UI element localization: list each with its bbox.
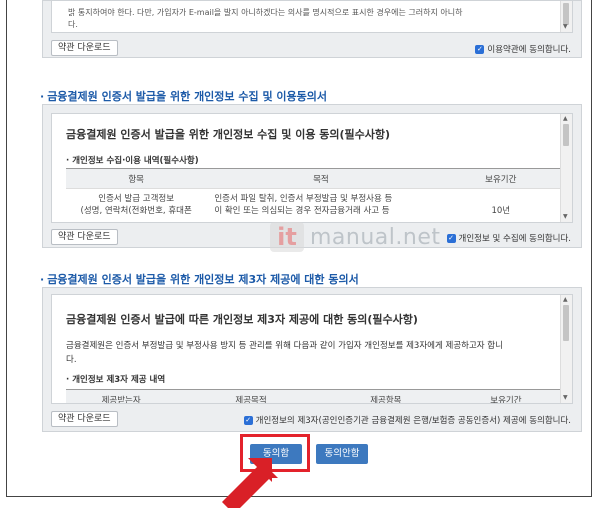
section1-download-button[interactable]: 약관 다운로드 (51, 229, 118, 245)
scroll-thumb[interactable] (563, 3, 569, 25)
scroll-thumb[interactable] (563, 305, 569, 341)
terms-agree-checkbox[interactable]: ✓ 이용약관에 동의합니다. (475, 43, 571, 55)
col-header-purpose: 제공목적 (176, 389, 326, 403)
section2-agree-checkbox[interactable]: ✓ 개인정보의 제3자(공인인증기관 금융결제원 은행/보험증 공동인증서) 제… (243, 414, 571, 426)
section2-inner-title: 금융결제원 인증서 발급에 따른 개인정보 제3자 제공에 대한 동의(필수사항… (66, 313, 418, 326)
red-arrow-icon (222, 458, 278, 508)
row-period: 10년 (491, 206, 511, 216)
checkbox-checked-icon[interactable]: ✓ (243, 415, 253, 425)
row-purpose-line1: 인증서 파일 탈취, 인증서 부정발급 및 부정사용 등 (214, 194, 393, 204)
terms-agree-label: 이용약관에 동의합니다. (487, 45, 571, 55)
scroll-down-icon[interactable]: ▼ (563, 213, 568, 221)
col-header-period: 보유기간 (445, 389, 566, 403)
section1-agree-checkbox[interactable]: ✓ 개인정보 및 수집에 동의합니다. (446, 232, 571, 244)
bullet-icon: · (40, 273, 45, 286)
bullet-icon: · (40, 90, 45, 103)
section2-scrollbar[interactable]: ▲ ▼ (560, 295, 572, 403)
section2-sub-title: · 개인정보 제3자 제공 내역 (66, 375, 166, 385)
scroll-up-icon[interactable]: ▲ (563, 296, 568, 304)
section1-sub-title: · 개인정보 수집·이용 내역(필수사항) (66, 156, 199, 166)
col-header-purpose: 목적 (206, 168, 436, 189)
section2-scrollpanel[interactable]: 금융결제원 인증서 발급에 따른 개인정보 제3자 제공에 대한 동의(필수사항… (51, 294, 573, 404)
col-header-items: 제공항목 (325, 389, 446, 403)
section2-description: 금융결제원은 인증서 부정발급 및 부정사용 방지 등 관리를 위해 다음과 같… (66, 341, 503, 351)
section2-table: 제공받는자 제공목적 제공항목 보유기간 (66, 389, 566, 403)
watermark-logo: it (270, 222, 304, 252)
terms-box: 밝 통지하여야 한다. 다만, 가입자가 E-mail을 발지 아니하겠다는 의… (42, 0, 582, 58)
section2-title: · 금융결제원 인증서 발급을 위한 개인정보 제3자 제공에 대한 동의서 (40, 273, 359, 286)
section1-table: 항목 목적 보유기간 인증서 발급 고객정보 (성명, 연락처(전화번호, 휴대… (66, 168, 566, 218)
row-item-line1: 인증서 발급 고객정보 (98, 194, 175, 204)
terms-scrollpanel[interactable]: 밝 통지하여야 한다. 다만, 가입자가 E-mail을 발지 아니하겠다는 의… (51, 1, 573, 33)
terms-scrollbar[interactable]: ▼ (560, 1, 572, 32)
section2-box: 금융결제원 인증서 발급에 따른 개인정보 제3자 제공에 대한 동의(필수사항… (42, 287, 582, 432)
section2-description2: 다. (66, 355, 77, 365)
col-header-period: 보유기간 (435, 168, 566, 189)
terms-text-line2: 다. (68, 20, 78, 29)
scroll-down-icon[interactable]: ▼ (563, 23, 568, 31)
section1-agree-label: 개인정보 및 수집에 동의합니다. (458, 234, 571, 244)
disagree-button[interactable]: 동의안함 (316, 444, 368, 464)
checkbox-checked-icon[interactable]: ✓ (446, 233, 456, 243)
section2-agree-label: 개인정보의 제3자(공인인증기관 금융결제원 은행/보험증 공동인증서) 제공에… (255, 416, 571, 426)
row-item-line2: (성명, 연락처(전화번호, 휴대폰 (80, 206, 192, 216)
checkbox-checked-icon[interactable]: ✓ (475, 44, 485, 54)
row-purpose-line2: 이 확인 또는 의심되는 경우 전자금융거래 사고 등 (214, 206, 390, 216)
section1-title: · 금융결제원 인증서 발급을 위한 개인정보 수집 및 이용동의서 (40, 90, 327, 103)
watermark-text: manual.net (310, 224, 441, 250)
watermark: it manual.net (270, 222, 441, 252)
scroll-down-icon[interactable]: ▼ (563, 394, 568, 402)
section1-scrollbar[interactable]: ▲ ▼ (560, 114, 572, 222)
table-row: 인증서 발급 고객정보 (성명, 연락처(전화번호, 휴대폰 인증서 파일 탈취… (66, 189, 566, 219)
col-header-recipient: 제공받는자 (66, 389, 177, 403)
col-header-item: 항목 (66, 168, 207, 189)
section1-inner-title: 금융결제원 인증서 발급을 위한 개인정보 수집 및 이용 동의(필수사항) (66, 128, 391, 141)
scroll-up-icon[interactable]: ▲ (563, 115, 568, 123)
terms-text-line1: 밝 통지하여야 한다. 다만, 가입자가 E-mail을 발지 아니하겠다는 의… (68, 8, 463, 17)
terms-download-button[interactable]: 약관 다운로드 (51, 40, 118, 56)
scroll-thumb[interactable] (563, 124, 569, 146)
section1-scrollpanel[interactable]: 금융결제원 인증서 발급을 위한 개인정보 수집 및 이용 동의(필수사항) ·… (51, 113, 573, 223)
section2-download-button[interactable]: 약관 다운로드 (51, 411, 118, 427)
